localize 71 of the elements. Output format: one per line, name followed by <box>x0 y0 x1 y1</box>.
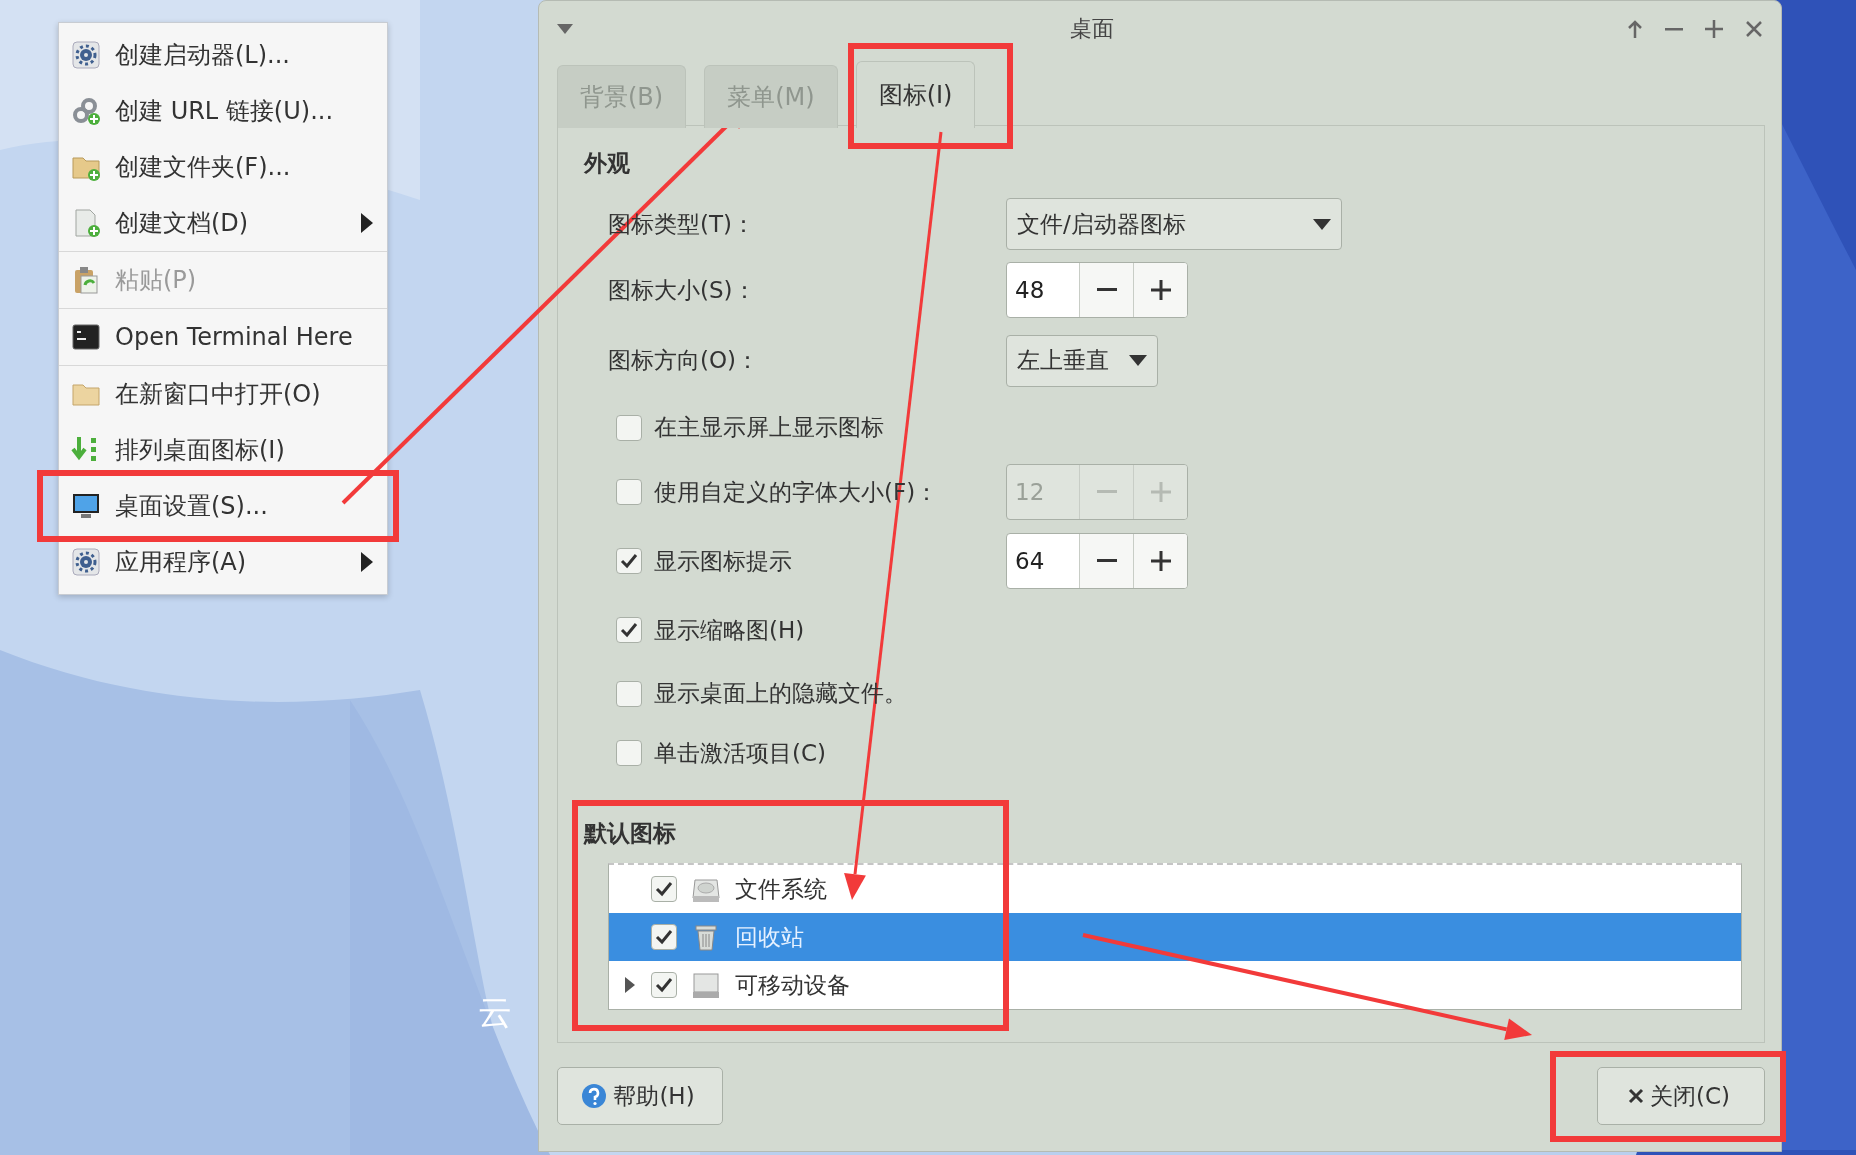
increment-button[interactable] <box>1133 534 1187 588</box>
menu-item[interactable]: 创建 URL 链接(U)... <box>59 83 387 139</box>
checkbox[interactable] <box>616 414 642 441</box>
close-icon <box>1628 1088 1644 1104</box>
checkbox[interactable] <box>616 548 642 574</box>
field-label: 图标方向(O)： <box>608 346 760 375</box>
menu-item[interactable]: 在新窗口中打开(O) <box>59 366 387 422</box>
list-row[interactable]: 文件系统 <box>609 865 1741 913</box>
minus-icon <box>1096 490 1117 494</box>
menu-item[interactable]: 创建启动器(L)... <box>59 27 387 83</box>
desktop-icon-label: 云 <box>478 991 512 1034</box>
dropdown[interactable]: 文件/启动器图标 <box>1006 198 1342 250</box>
check-icon <box>620 622 638 638</box>
menu-item[interactable]: 创建文档(D) <box>59 195 387 251</box>
menu-item[interactable]: 桌面设置(S)... <box>59 478 387 534</box>
gear-icon <box>71 547 101 577</box>
decrement-button[interactable] <box>1079 263 1133 317</box>
window-title: 桌面 <box>1070 15 1114 43</box>
increment-button[interactable] <box>1133 263 1187 317</box>
number-field[interactable]: 64 <box>1007 534 1079 588</box>
help-icon <box>581 1083 608 1109</box>
tab[interactable]: 图标(I) <box>855 61 976 128</box>
removable-drive-icon <box>691 970 721 1000</box>
plus-icon <box>1150 482 1171 502</box>
menu-item[interactable]: 应用程序(A) <box>59 534 387 590</box>
checkbox[interactable] <box>616 740 642 766</box>
minus-icon <box>1096 559 1117 563</box>
list-row[interactable]: 可移动设备 <box>609 961 1741 1009</box>
check-icon <box>655 977 673 993</box>
terminal-icon <box>71 322 101 352</box>
list-item-label: 回收站 <box>735 922 804 952</box>
number-field[interactable]: 48 <box>1007 263 1079 317</box>
dropdown-arrow-icon <box>1129 355 1147 366</box>
decrement-button[interactable] <box>1079 534 1133 588</box>
checkbox[interactable] <box>616 617 642 643</box>
checkbox[interactable] <box>651 924 677 950</box>
expander-icon[interactable] <box>623 977 635 993</box>
dropdown[interactable]: 左上垂直 <box>1006 334 1158 387</box>
minus-icon <box>1096 288 1117 292</box>
monitor-icon <box>71 491 101 521</box>
check-icon <box>655 881 673 897</box>
field-label: 图标大小(S)： <box>608 275 756 305</box>
section-title: 外观 <box>584 149 630 178</box>
arrow-up-icon[interactable] <box>1627 20 1643 38</box>
list-item-label: 可移动设备 <box>735 970 850 1000</box>
help-button[interactable]: 帮助(H) <box>557 1067 723 1125</box>
section-title: 默认图标 <box>584 819 676 848</box>
check-icon <box>620 553 638 569</box>
checkbox[interactable] <box>651 972 677 998</box>
list-item-label: 文件系统 <box>735 874 827 904</box>
close-icon[interactable] <box>1745 20 1763 38</box>
plus-icon <box>1150 280 1171 300</box>
menu-item[interactable]: 排列桌面图标(I) <box>59 422 387 478</box>
checkbox-label: 在主显示屏上显示图标 <box>654 413 884 442</box>
checkbox-label: 单击激活项目(C) <box>654 738 826 768</box>
gear-icon <box>71 40 101 70</box>
check-icon <box>655 929 673 945</box>
checkbox-label: 显示缩略图(H) <box>654 615 805 645</box>
spin-box[interactable]: 64 <box>1006 533 1188 589</box>
maximize-icon[interactable] <box>1705 20 1723 38</box>
menu-item[interactable]: 创建文件夹(F)... <box>59 139 387 195</box>
checkbox-label: 显示图标提示 <box>654 546 792 576</box>
window-menu-icon[interactable] <box>557 24 573 34</box>
plus-icon <box>1150 551 1171 571</box>
close-button[interactable]: 关闭(C) <box>1597 1067 1765 1125</box>
checkbox[interactable] <box>616 680 642 707</box>
chain-link-icon <box>71 96 101 126</box>
checkbox[interactable] <box>651 876 677 902</box>
menu-item[interactable]: Open Terminal Here <box>59 309 387 365</box>
dropdown-arrow-icon <box>1313 218 1331 230</box>
spin-box[interactable]: 48 <box>1006 262 1188 318</box>
